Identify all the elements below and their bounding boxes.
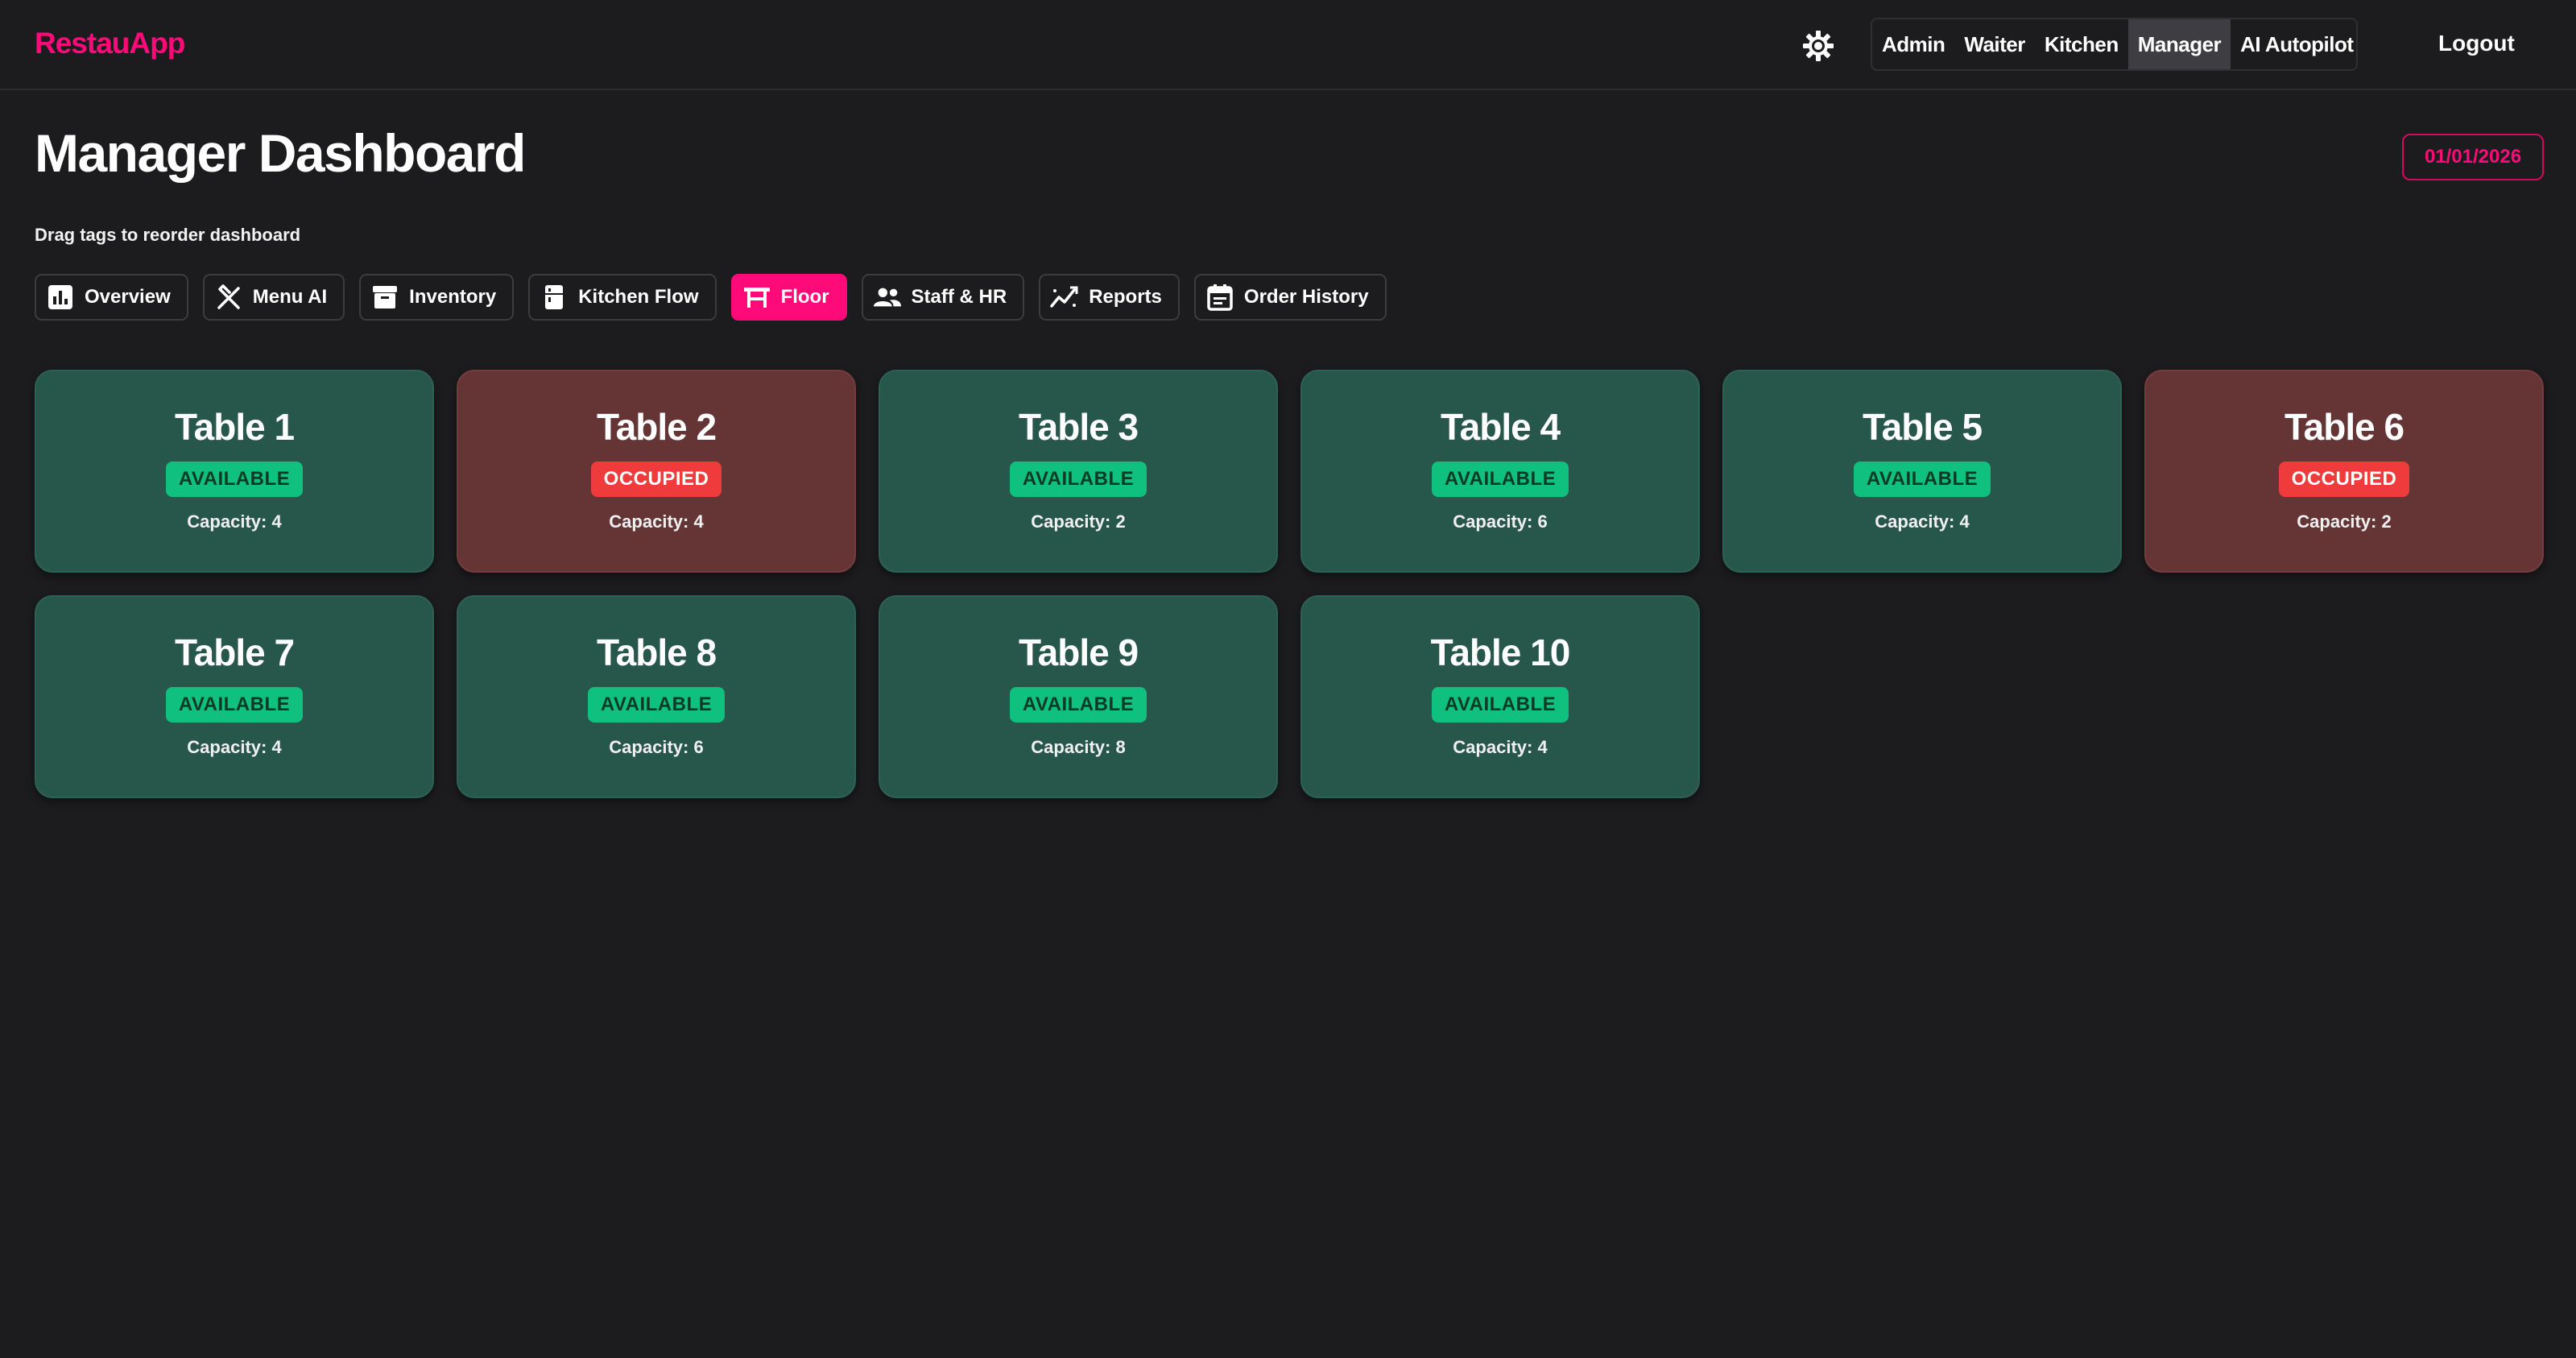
status-badge: AVAILABLE <box>1853 462 1991 497</box>
tab-label: Inventory <box>409 286 497 308</box>
status-badge: AVAILABLE <box>1431 687 1569 722</box>
brand-logo[interactable]: RestauApp <box>35 27 185 60</box>
table-capacity: Capacity: 4 <box>187 511 282 532</box>
tab-label: Order History <box>1243 286 1369 308</box>
dashboard-tab-bar: Overview Menu AI Inventory Kitchen Flow … <box>35 274 1401 321</box>
tab-staff-hr[interactable]: Staff & HR <box>861 274 1025 321</box>
table-card-5[interactable]: Table 5 AVAILABLE Capacity: 4 <box>1722 370 2122 573</box>
table-card-8[interactable]: Table 8 AVAILABLE Capacity: 6 <box>457 595 856 798</box>
role-admin-button[interactable]: Admin <box>1872 19 1954 69</box>
table-chairs-icon <box>742 283 771 312</box>
table-card-9[interactable]: Table 9 AVAILABLE Capacity: 8 <box>879 595 1278 798</box>
people-icon <box>873 283 902 312</box>
tab-order-history[interactable]: Order History <box>1193 274 1387 321</box>
page-title: Manager Dashboard <box>35 123 526 183</box>
tab-label: Overview <box>85 286 171 308</box>
tab-floor[interactable]: Floor <box>730 274 847 321</box>
table-name: Table 3 <box>1018 406 1139 448</box>
role-ai-autopilot-button[interactable]: AI Autopilot <box>2231 19 2356 69</box>
tab-label: Reports <box>1089 286 1162 308</box>
status-badge: AVAILABLE <box>1431 462 1569 497</box>
table-capacity: Capacity: 2 <box>2297 511 2392 532</box>
role-switcher: Admin Waiter Kitchen Manager AI Autopilo… <box>1871 18 2358 71</box>
top-nav-bar: RestauApp Admin Waiter Kitchen Manager A… <box>0 0 2576 90</box>
fridge-icon <box>540 283 569 312</box>
tab-menu-ai[interactable]: Menu AI <box>202 274 345 321</box>
table-card-6[interactable]: Table 6 OCCUPIED Capacity: 2 <box>2144 370 2544 573</box>
tab-reports[interactable]: Reports <box>1039 274 1180 321</box>
tab-inventory[interactable]: Inventory <box>359 274 515 321</box>
calendar-list-icon <box>1205 283 1234 312</box>
theme-toggle-button[interactable] <box>1798 27 1838 64</box>
table-capacity: Capacity: 4 <box>609 511 704 532</box>
role-kitchen-button[interactable]: Kitchen <box>2035 19 2128 69</box>
tab-kitchen-flow[interactable]: Kitchen Flow <box>528 274 717 321</box>
table-capacity: Capacity: 2 <box>1031 511 1126 532</box>
table-capacity: Capacity: 8 <box>1031 737 1126 757</box>
reorder-hint: Drag tags to reorder dashboard <box>35 225 301 245</box>
table-capacity: Capacity: 6 <box>609 737 704 757</box>
tab-overview[interactable]: Overview <box>35 274 188 321</box>
tab-label: Kitchen Flow <box>578 286 699 308</box>
table-capacity: Capacity: 4 <box>1453 737 1548 757</box>
role-waiter-button[interactable]: Waiter <box>1954 19 2035 69</box>
table-capacity: Capacity: 4 <box>187 737 282 757</box>
bar-chart-icon <box>46 283 75 312</box>
status-badge: AVAILABLE <box>587 687 726 722</box>
table-name: Table 8 <box>596 631 717 673</box>
table-card-1[interactable]: Table 1 AVAILABLE Capacity: 4 <box>35 370 434 573</box>
status-badge: AVAILABLE <box>165 462 304 497</box>
archive-box-icon <box>370 283 399 312</box>
table-name: Table 5 <box>1862 406 1983 448</box>
table-card-2[interactable]: Table 2 OCCUPIED Capacity: 4 <box>457 370 856 573</box>
logout-button[interactable]: Logout <box>2438 31 2515 56</box>
table-name: Table 7 <box>174 631 295 673</box>
table-name: Table 1 <box>174 406 295 448</box>
table-name: Table 2 <box>596 406 717 448</box>
trend-line-icon <box>1050 283 1079 312</box>
role-manager-button[interactable]: Manager <box>2127 19 2231 69</box>
sun-gear-icon <box>1803 31 1834 61</box>
status-badge: OCCUPIED <box>590 462 722 497</box>
table-name: Table 9 <box>1018 631 1139 673</box>
status-badge: AVAILABLE <box>1009 687 1147 722</box>
table-name: Table 6 <box>2284 406 2404 448</box>
table-name: Table 10 <box>1430 631 1571 673</box>
date-badge[interactable]: 01/01/2026 <box>2402 134 2544 180</box>
table-card-3[interactable]: Table 3 AVAILABLE Capacity: 2 <box>879 370 1278 573</box>
floor-table-grid: Table 1 AVAILABLE Capacity: 4 Table 2 OC… <box>35 370 2544 798</box>
table-capacity: Capacity: 6 <box>1453 511 1548 532</box>
status-badge: AVAILABLE <box>1009 462 1147 497</box>
table-card-4[interactable]: Table 4 AVAILABLE Capacity: 6 <box>1300 370 1700 573</box>
tab-label: Staff & HR <box>911 286 1007 308</box>
table-card-10[interactable]: Table 10 AVAILABLE Capacity: 4 <box>1300 595 1700 798</box>
table-capacity: Capacity: 4 <box>1875 511 1970 532</box>
status-badge: AVAILABLE <box>165 687 304 722</box>
tab-label: Menu AI <box>252 286 328 308</box>
fork-knife-icon <box>214 283 243 312</box>
tab-label: Floor <box>780 286 829 308</box>
table-card-7[interactable]: Table 7 AVAILABLE Capacity: 4 <box>35 595 434 798</box>
status-badge: OCCUPIED <box>2278 462 2410 497</box>
table-name: Table 4 <box>1440 406 1561 448</box>
